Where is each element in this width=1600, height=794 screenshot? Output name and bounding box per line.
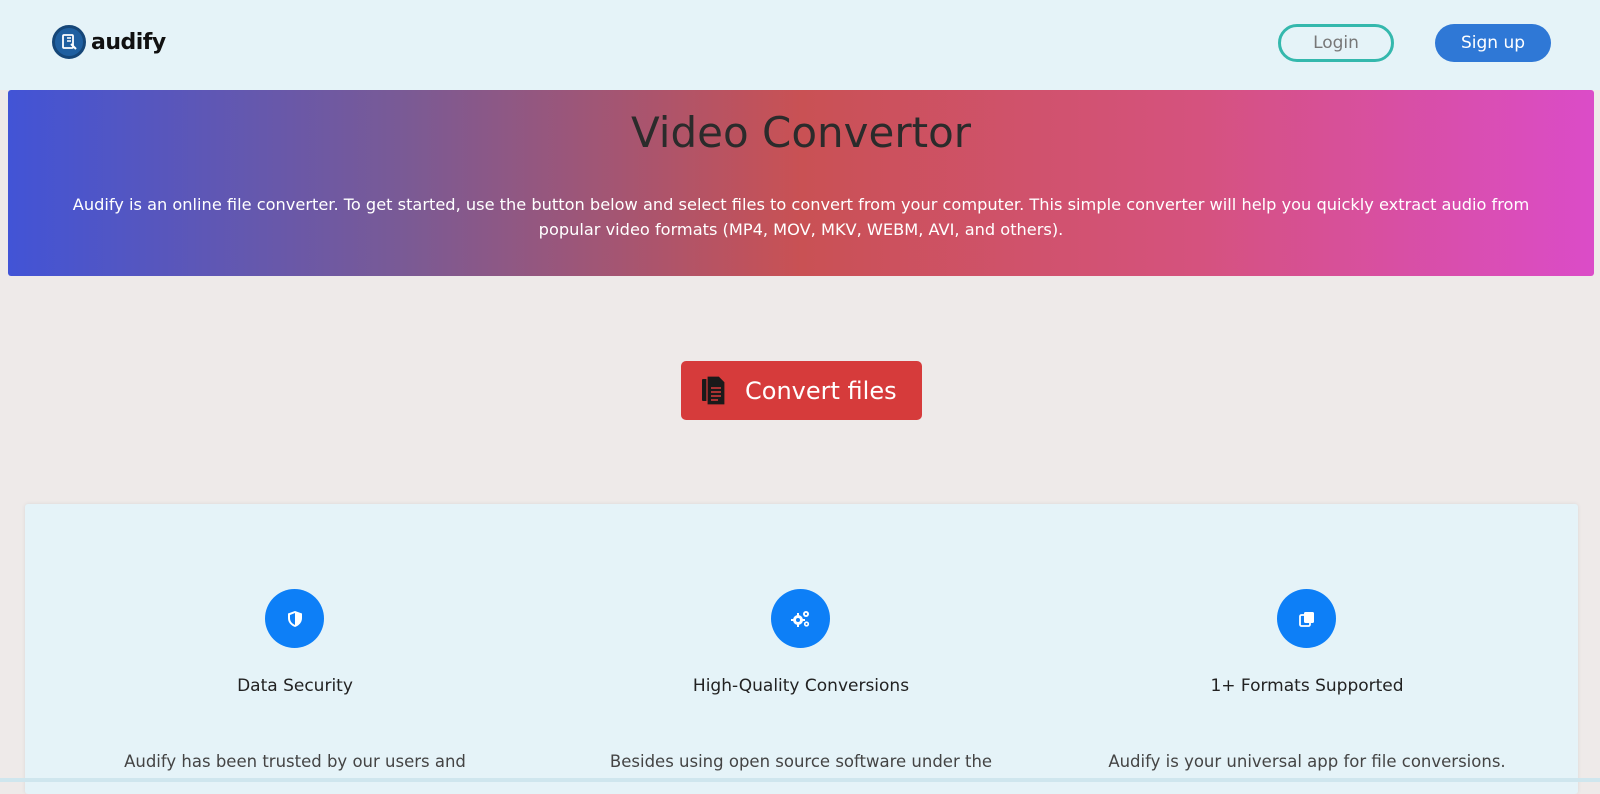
brand-name: audify (91, 29, 166, 55)
login-button[interactable]: Login (1278, 24, 1394, 62)
brand-logo-link[interactable]: audify (52, 25, 166, 59)
gears-icon (771, 589, 830, 648)
feature-text: Besides using open source software under… (609, 752, 993, 771)
convert-files-button[interactable]: Convert files (681, 361, 922, 420)
signup-button[interactable]: Sign up (1435, 24, 1551, 62)
hero-description: Audify is an online file converter. To g… (72, 195, 1530, 239)
feature-title: Data Security (237, 676, 353, 696)
hero-banner: Video Convertor Audify is an online file… (8, 90, 1594, 276)
feature-title: High-Quality Conversions (692, 676, 910, 696)
features-section: Data Security Audify has been trusted by… (25, 504, 1578, 794)
feature-text: Audify is your universal app for file co… (1108, 752, 1506, 771)
convert-files-label: Convert files (745, 376, 897, 405)
feature-text: Audify has been trusted by our users and (124, 752, 466, 771)
file-icon (701, 374, 727, 407)
page-title: Video Convertor (630, 108, 972, 157)
page-bottom-divider (0, 778, 1600, 782)
shield-icon (265, 589, 324, 648)
navbar: audify Login Sign up (0, 0, 1600, 90)
copy-icon (1277, 589, 1336, 648)
feature-title: 1+ Formats Supported (1210, 676, 1404, 696)
audify-logo-icon (52, 25, 86, 59)
